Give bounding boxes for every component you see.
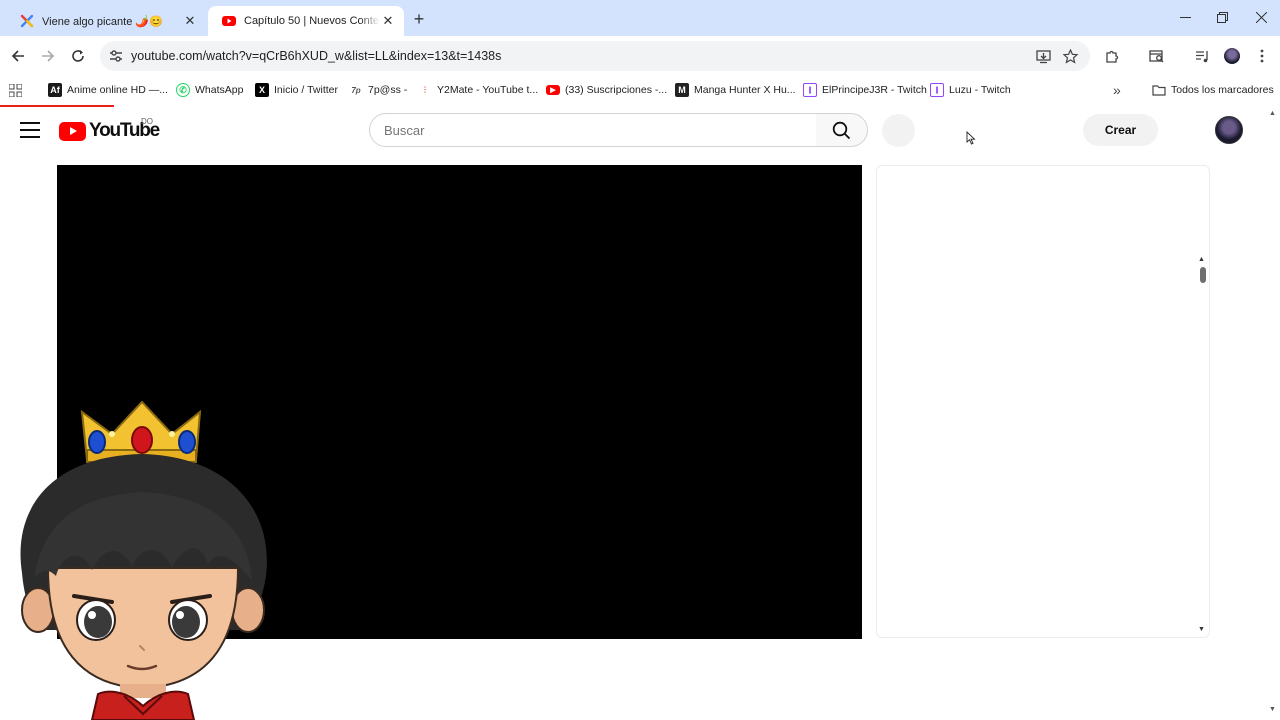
puzzle-icon bbox=[1105, 50, 1118, 63]
bookmark-whatsapp[interactable]: ✆ WhatsApp bbox=[176, 80, 243, 100]
create-button[interactable]: Crear bbox=[1083, 114, 1158, 146]
youtube-play-icon bbox=[59, 121, 86, 141]
kebab-menu-icon bbox=[1260, 49, 1264, 63]
bookmark-twitter[interactable]: X Inicio / Twitter bbox=[255, 80, 338, 100]
page-scroll-up-icon[interactable]: ▲ bbox=[1269, 110, 1276, 117]
tab-title: Viene algo picante 🌶️😊 bbox=[42, 15, 163, 28]
arrow-right-icon bbox=[42, 50, 55, 62]
search-button[interactable] bbox=[816, 113, 868, 147]
twitch-icon: ∥ bbox=[803, 83, 817, 97]
panel-scroll-down-icon[interactable]: ▼ bbox=[1198, 626, 1205, 633]
colorful-x-favicon-icon bbox=[20, 14, 34, 28]
search-icon bbox=[832, 121, 851, 139]
tab-title: Capítulo 50 | Nuevos Contendientes bbox=[244, 15, 380, 27]
tab-viene-algo-picante[interactable]: Viene algo picante 🌶️😊 ✕ bbox=[6, 6, 206, 36]
restore-button[interactable] bbox=[1203, 4, 1241, 30]
arrow-left-icon bbox=[11, 50, 24, 62]
bookmark-anime-online[interactable]: Af Anime online HD —... bbox=[48, 80, 168, 100]
bookmark-elprincipej3r[interactable]: ∥ ElPrincipeJ3R - Twitch bbox=[803, 80, 927, 100]
panel-scroll-up-icon[interactable]: ▲ bbox=[1198, 256, 1205, 263]
youtube-favicon-icon bbox=[222, 16, 236, 26]
bookmark-manga-hunter[interactable]: M Manga Hunter X Hu... bbox=[675, 80, 796, 100]
bookmarks-bar: Af Anime online HD —... ✆ WhatsApp X Ini… bbox=[0, 76, 1280, 104]
7pass-icon: 7p bbox=[351, 85, 361, 95]
music-queue-icon bbox=[1195, 50, 1208, 62]
tab-close-icon[interactable]: ✕ bbox=[182, 13, 198, 29]
tab-search-button[interactable] bbox=[1145, 44, 1169, 68]
account-avatar[interactable] bbox=[1215, 116, 1243, 144]
bookmarks-overflow-button[interactable]: » bbox=[1113, 80, 1121, 100]
bookmark-y2mate[interactable]: ⫶ Y2Mate - YouTube t... bbox=[418, 80, 538, 100]
forward-button[interactable] bbox=[36, 44, 60, 68]
streamer-avatar-overlay bbox=[20, 400, 267, 720]
search-placeholder: Buscar bbox=[384, 123, 425, 138]
x-icon: X bbox=[255, 83, 269, 97]
guide-menu-button[interactable] bbox=[20, 122, 40, 138]
install-icon bbox=[1035, 49, 1051, 63]
folder-icon bbox=[1152, 85, 1166, 96]
url-text: youtube.com/watch?v=qCrB6hXUD_w&list=LL&… bbox=[131, 49, 502, 63]
minimize-icon bbox=[1179, 16, 1191, 18]
apps-grid-icon bbox=[9, 83, 22, 97]
bookmark-star-button[interactable] bbox=[1060, 46, 1080, 66]
crown-icon bbox=[80, 400, 202, 463]
bookmark-suscripciones[interactable]: ▶ (33) Suscripciones -... bbox=[546, 80, 667, 100]
af-icon: Af bbox=[48, 83, 62, 97]
extensions-button[interactable] bbox=[1100, 44, 1124, 68]
chrome-menu-button[interactable] bbox=[1250, 44, 1274, 68]
new-tab-button[interactable]: + bbox=[408, 8, 430, 30]
tab-strip: Viene algo picante 🌶️😊 ✕ Capítulo 50 | N… bbox=[0, 0, 1280, 36]
twitch-icon: ∥ bbox=[930, 83, 944, 97]
tab-close-icon[interactable]: ✕ bbox=[380, 13, 396, 29]
whatsapp-icon: ✆ bbox=[176, 83, 190, 97]
reload-button[interactable] bbox=[66, 44, 90, 68]
y2mate-icon: ⫶ bbox=[423, 84, 427, 95]
bookmark-luzu[interactable]: ∥ Luzu - Twitch bbox=[930, 80, 1011, 100]
browser-toolbar: youtube.com/watch?v=qCrB6hXUD_w&list=LL&… bbox=[0, 36, 1280, 76]
close-icon bbox=[1255, 11, 1267, 23]
bookmark-7pass[interactable]: 7p 7p@ss - bbox=[349, 80, 407, 100]
back-button[interactable] bbox=[6, 44, 30, 68]
voice-search-button-placeholder[interactable] bbox=[882, 114, 915, 147]
restore-icon bbox=[1216, 11, 1228, 23]
profile-button[interactable] bbox=[1220, 44, 1244, 68]
reload-icon bbox=[72, 50, 84, 62]
apps-button[interactable] bbox=[9, 80, 22, 100]
manga-icon: M bbox=[675, 83, 689, 97]
mouse-cursor-icon bbox=[966, 131, 976, 145]
site-settings-icon[interactable] bbox=[108, 48, 124, 64]
country-code: DO bbox=[141, 117, 153, 126]
star-icon bbox=[1062, 48, 1078, 64]
search-input[interactable]: Buscar bbox=[369, 113, 817, 147]
address-bar[interactable]: youtube.com/watch?v=qCrB6hXUD_w&list=LL&… bbox=[100, 41, 1090, 71]
install-app-button[interactable] bbox=[1033, 46, 1053, 66]
minimize-button[interactable] bbox=[1166, 4, 1204, 30]
playlist-panel bbox=[876, 165, 1210, 638]
chevron-double-right-icon: » bbox=[1113, 82, 1121, 98]
hamburger-icon bbox=[20, 122, 40, 124]
tab-search-icon bbox=[1149, 49, 1164, 62]
youtube-icon: ▶ bbox=[546, 85, 560, 95]
tab-capitulo-50[interactable]: Capítulo 50 | Nuevos Contendientes ✕ bbox=[208, 6, 404, 36]
all-bookmarks-folder[interactable]: Todos los marcadores bbox=[1152, 80, 1274, 100]
panel-scrollbar-thumb[interactable] bbox=[1200, 267, 1206, 283]
close-window-button[interactable] bbox=[1242, 4, 1280, 30]
media-control-button[interactable] bbox=[1190, 44, 1214, 68]
profile-avatar-icon bbox=[1224, 48, 1240, 64]
page-scroll-down-icon[interactable]: ▼ bbox=[1269, 706, 1276, 713]
